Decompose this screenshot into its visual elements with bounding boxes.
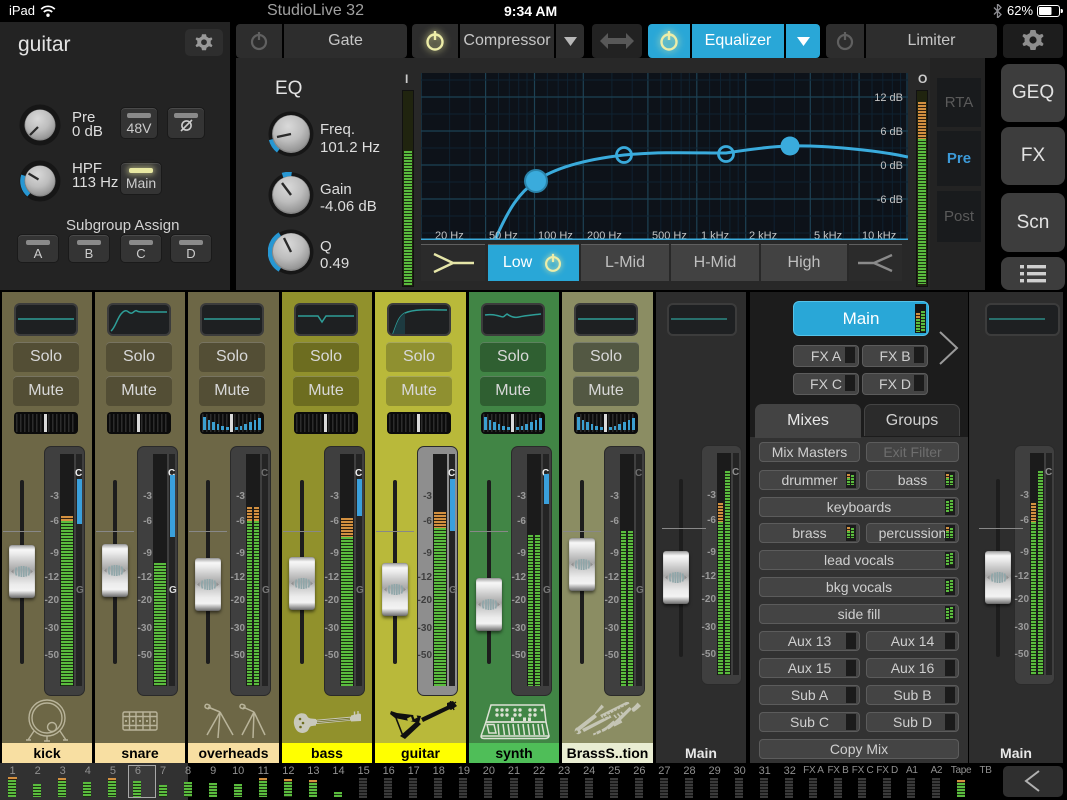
svg-text:12 dB: 12 dB	[874, 92, 903, 104]
svg-text:-6 dB: -6 dB	[877, 194, 903, 206]
svg-text:6 dB: 6 dB	[880, 126, 903, 138]
svg-text:0 dB: 0 dB	[880, 160, 903, 172]
